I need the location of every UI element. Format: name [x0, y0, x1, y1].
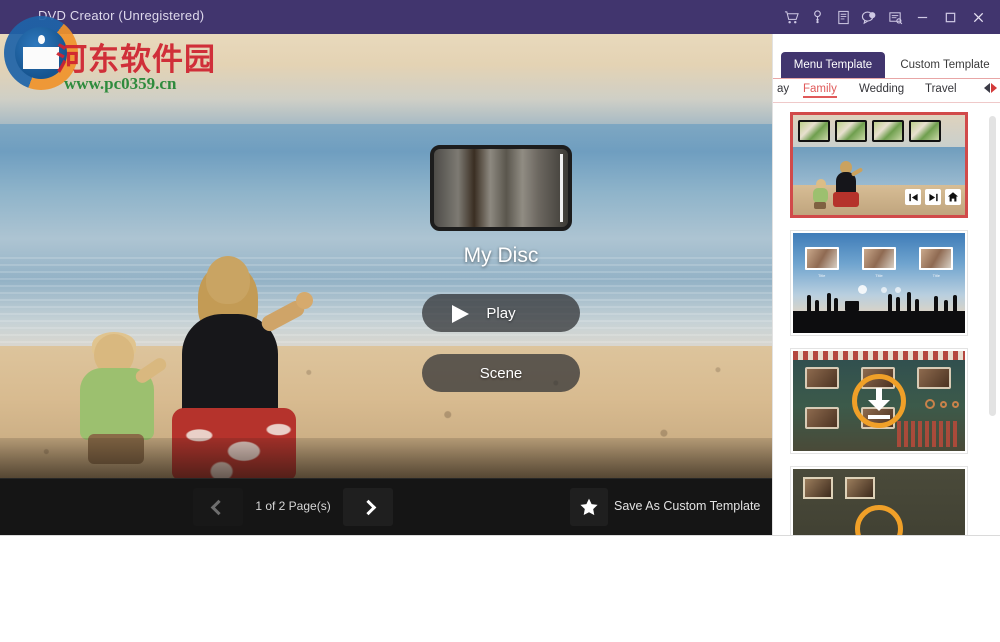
star-icon[interactable] [570, 488, 608, 526]
template-item-beach-family[interactable] [790, 112, 968, 218]
scene-menu-label: Scene [479, 364, 523, 382]
tab-custom-template-label: Custom Template [900, 59, 990, 71]
category-tab-family[interactable]: Family [803, 83, 837, 98]
thumbnail-scroll-marker [560, 154, 563, 222]
save-as-custom-template-button[interactable]: Save As Custom Template [614, 499, 760, 513]
key-icon[interactable] [804, 0, 830, 34]
preview-foreground-shadow [0, 438, 772, 478]
play-menu-label: Play [486, 304, 516, 322]
disc-thumbnail[interactable] [430, 145, 572, 231]
template-nav-dots [925, 399, 959, 409]
page-indicator: 1 of 2 Page(s) [255, 499, 331, 513]
template-item-retro-carnival[interactable] [790, 348, 968, 454]
chat-icon[interactable] [856, 0, 882, 34]
chevron-left-icon [210, 499, 226, 515]
template-nav-controls [905, 189, 961, 205]
previous-page-button[interactable] [193, 488, 243, 526]
frame-caption: Title [875, 273, 883, 278]
chevron-right-icon [360, 499, 376, 515]
next-chapter-icon [925, 189, 941, 205]
template-frame-captions: Title Title Title [793, 273, 965, 278]
template-list-scrollbar[interactable] [989, 116, 996, 416]
arrow-right-icon[interactable] [991, 83, 997, 93]
category-scroll-arrows[interactable] [984, 83, 997, 93]
template-item-fourth[interactable] [790, 466, 968, 535]
maximize-button[interactable] [936, 0, 964, 34]
frame-caption: Title [932, 273, 941, 278]
play-icon [452, 305, 469, 323]
template-tab-bar: Menu Template Custom Template [773, 52, 1000, 78]
bottom-options-bar: Add Background Music: ... Loop Apply to … [0, 535, 1000, 642]
title-bar: DVD Creator (Unregistered) [0, 0, 1000, 34]
frame-caption: Title [817, 273, 826, 278]
category-tab-wedding[interactable]: Wedding [859, 83, 904, 95]
scene-menu-button[interactable]: Scene [422, 354, 580, 392]
title-bar-icon-group [778, 0, 992, 34]
document-icon[interactable] [830, 0, 856, 34]
minimize-button[interactable] [908, 0, 936, 34]
tab-menu-template[interactable]: Menu Template [781, 52, 885, 78]
feedback-icon[interactable] [882, 0, 908, 34]
category-tab-travel[interactable]: Travel [925, 83, 957, 95]
category-tab-row: ay Family Wedding Travel [773, 78, 1000, 103]
disc-title[interactable]: My Disc [430, 244, 572, 268]
tab-menu-template-label: Menu Template [793, 59, 873, 71]
play-menu-button[interactable]: Play [422, 294, 580, 332]
template-nav-dots [793, 285, 965, 294]
home-icon [945, 189, 961, 205]
tab-custom-template[interactable]: Custom Template [893, 52, 997, 78]
preview-sky [0, 34, 772, 130]
preview-sea [0, 124, 772, 354]
template-thumb-row [798, 120, 941, 142]
arrow-left-icon[interactable] [984, 83, 990, 93]
previous-chapter-icon [905, 189, 921, 205]
template-panel: Menu Template Custom Template ay Family … [772, 34, 1000, 535]
download-template-icon[interactable] [852, 374, 906, 428]
category-tab-holiday[interactable]: ay [777, 83, 789, 95]
menu-preview-area[interactable]: My Disc Play Scene [0, 34, 772, 478]
cart-icon[interactable] [778, 0, 804, 34]
application-window: DVD Creator (Unregistered) My Disc Play … [0, 0, 1000, 642]
preview-figure-woman [168, 256, 313, 478]
template-photo-frames [793, 247, 965, 270]
next-page-button[interactable] [343, 488, 393, 526]
template-list[interactable]: Title Title Title [773, 104, 1000, 535]
close-button[interactable] [964, 0, 992, 34]
template-item-sunset-silhouette[interactable]: Title Title Title [790, 230, 968, 336]
page-navigation-bar: 1 of 2 Page(s) Save As Custom Template [0, 478, 772, 535]
window-title: DVD Creator (Unregistered) [38, 8, 205, 23]
